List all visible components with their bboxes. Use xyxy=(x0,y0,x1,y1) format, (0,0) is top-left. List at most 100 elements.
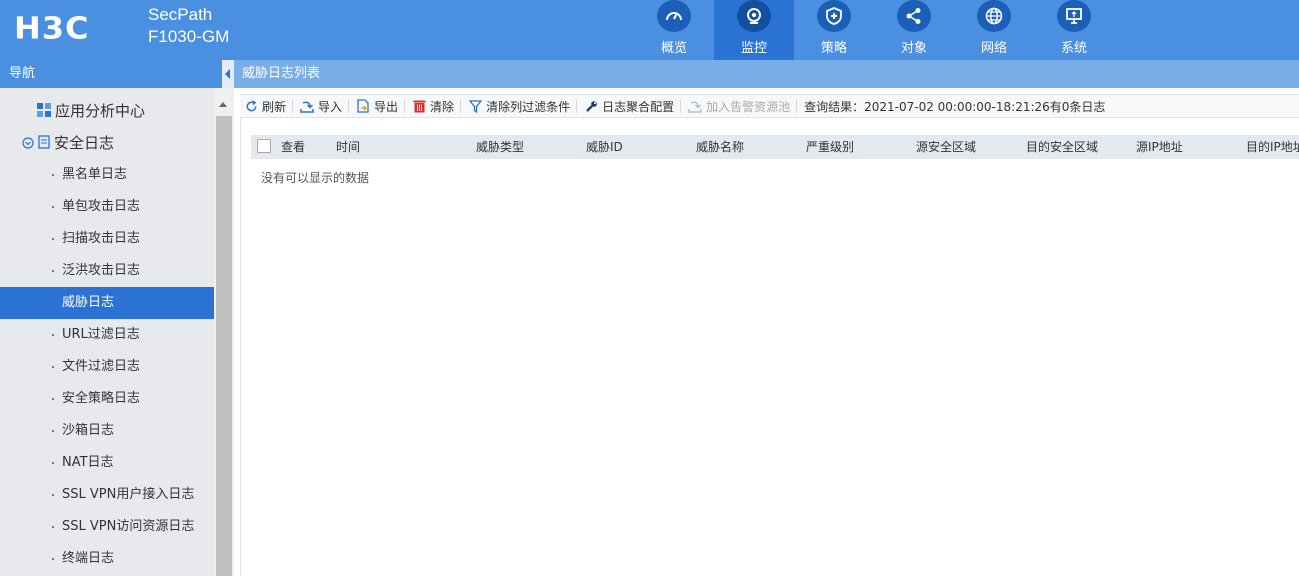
add-to-alarm-pool-button[interactable]: 加入告警资源池 xyxy=(688,98,790,115)
sidebar-item-security-policy-log[interactable]: 安全策略日志 xyxy=(0,383,214,415)
sidebar: 应用分析中心 安全日志 黑名单日志 单包攻击日志 扫描攻击日志 泛洪攻击日志 威… xyxy=(0,88,214,576)
menu-network[interactable]: 网络 xyxy=(954,0,1034,60)
column-header-threat-type[interactable]: 威胁类型 xyxy=(476,135,524,159)
sidebar-item-label: 扫描攻击日志 xyxy=(62,231,141,246)
sidebar-item-nat-log[interactable]: NAT日志 xyxy=(0,447,214,479)
bullet xyxy=(52,462,54,464)
export-button[interactable]: 导出 xyxy=(356,98,398,115)
bullet xyxy=(52,174,54,176)
camera-icon xyxy=(737,0,771,32)
bullet xyxy=(52,398,54,400)
collapse-nav-button[interactable] xyxy=(222,60,234,88)
model-line-2: F1030-GM xyxy=(148,27,230,46)
page-title: 威胁日志列表 xyxy=(234,60,1299,88)
import-icon xyxy=(688,99,702,113)
monitor-icon xyxy=(1057,0,1091,32)
menu-monitor[interactable]: 监控 xyxy=(714,0,794,60)
chevron-left-icon xyxy=(225,69,230,79)
globe-icon xyxy=(977,0,1011,32)
export-label: 导出 xyxy=(374,99,399,114)
bullet xyxy=(52,526,54,528)
menu-label: 网络 xyxy=(980,41,1007,56)
top-header: H3C SecPath F1030-GM 概览 监控 策略 对象 网络 系统 xyxy=(0,0,1299,60)
sidebar-item-threat-log[interactable]: 威胁日志 xyxy=(0,287,214,319)
sidebar-scrollbar[interactable] xyxy=(214,88,234,576)
sidebar-item-url-filter-log[interactable]: URL过滤日志 xyxy=(0,319,214,351)
log-aggregation-config-button[interactable]: 日志聚合配置 xyxy=(584,98,674,115)
bullet xyxy=(52,206,54,208)
grid-icon xyxy=(37,96,51,128)
sidebar-item-label: 安全策略日志 xyxy=(62,391,141,406)
clear-button[interactable]: 清除 xyxy=(412,98,454,115)
sidebar-item-file-filter-log[interactable]: 文件过滤日志 xyxy=(0,351,214,383)
sidebar-item-blacklist-log[interactable]: 黑名单日志 xyxy=(0,159,214,191)
import-label: 导入 xyxy=(318,99,343,114)
filter-icon xyxy=(468,99,482,113)
share-nodes-icon xyxy=(897,0,931,32)
column-header-dst-ip[interactable]: 目的IP地址 xyxy=(1246,135,1299,159)
scroll-up-icon[interactable] xyxy=(219,102,227,107)
column-header-threat-name[interactable]: 威胁名称 xyxy=(696,135,744,159)
menu-overview[interactable]: 概览 xyxy=(634,0,714,60)
import-icon xyxy=(300,99,314,113)
select-all-checkbox[interactable] xyxy=(257,139,271,153)
column-header-severity[interactable]: 严重级别 xyxy=(806,135,854,159)
toolbar-divider xyxy=(404,99,406,113)
sidebar-item-sandbox-log[interactable]: 沙箱日志 xyxy=(0,415,214,447)
sidebar-item-label: SSL VPN用户接入日志 xyxy=(62,487,195,502)
refresh-label: 刷新 xyxy=(262,99,287,114)
clear-column-filters-button[interactable]: 清除列过滤条件 xyxy=(468,98,570,115)
sidebar-item-label: 沙箱日志 xyxy=(62,423,115,438)
sidebar-item-terminal-log[interactable]: 终端日志 xyxy=(0,543,214,575)
main-menu: 概览 监控 策略 对象 网络 系统 xyxy=(634,0,1114,60)
wrench-icon xyxy=(584,99,598,113)
add-alarm-label: 加入告警资源池 xyxy=(706,99,791,114)
sidebar-item-sslvpn-user-access-log[interactable]: SSL VPN用户接入日志 xyxy=(0,479,214,511)
toolbar-divider xyxy=(348,99,350,113)
sidebar-item-label: 威胁日志 xyxy=(62,295,115,310)
import-button[interactable]: 导入 xyxy=(300,98,342,115)
sidebar-item-label: URL过滤日志 xyxy=(62,327,140,342)
toolbar-divider xyxy=(460,99,462,113)
menu-label: 策略 xyxy=(820,41,847,56)
toolbar-divider xyxy=(796,99,798,113)
export-icon xyxy=(356,99,370,113)
table-header: 查看 时间 威胁类型 威胁ID 威胁名称 严重级别 源安全区域 目的安全区域 源… xyxy=(251,135,1299,159)
menu-policy[interactable]: 策略 xyxy=(794,0,874,60)
shield-icon xyxy=(817,0,851,32)
trash-icon xyxy=(412,99,426,113)
menu-label: 监控 xyxy=(740,41,767,56)
column-header-threat-id[interactable]: 威胁ID xyxy=(586,135,623,159)
nav-group-security-log[interactable]: 安全日志 xyxy=(22,127,114,159)
sidebar-item-flood-attack-log[interactable]: 泛洪攻击日志 xyxy=(0,255,214,287)
column-header-time[interactable]: 时间 xyxy=(336,135,360,159)
menu-label: 系统 xyxy=(1060,41,1087,56)
dashboard-icon xyxy=(657,0,691,32)
nav-title: 导航 xyxy=(0,60,222,88)
scrollbar-thumb[interactable] xyxy=(216,116,232,576)
log-toolbar: 刷新 导入 导出 清除 清除列过滤条件 日志聚合配置 加入告警资源池 查询结果：… xyxy=(240,94,1299,118)
bullet xyxy=(52,334,54,336)
sidebar-item-label: 单包攻击日志 xyxy=(62,199,141,214)
sidebar-item-label: SSL VPN访问资源日志 xyxy=(62,519,195,534)
collapse-circle-icon[interactable] xyxy=(22,128,34,160)
sidebar-item-scan-attack-log[interactable]: 扫描攻击日志 xyxy=(0,223,214,255)
column-header-dst-zone[interactable]: 目的安全区域 xyxy=(1026,135,1098,159)
toolbar-divider xyxy=(292,99,294,113)
refresh-button[interactable]: 刷新 xyxy=(244,98,286,115)
sidebar-item-label: NAT日志 xyxy=(62,455,114,470)
column-header-src-zone[interactable]: 源安全区域 xyxy=(916,135,976,159)
sidebar-item-sslvpn-resource-access-log[interactable]: SSL VPN访问资源日志 xyxy=(0,511,214,543)
menu-label: 对象 xyxy=(900,41,927,56)
column-header-src-ip[interactable]: 源IP地址 xyxy=(1136,135,1183,159)
sidebar-item-label: 终端日志 xyxy=(62,551,115,566)
bullet xyxy=(52,270,54,272)
document-icon xyxy=(38,128,50,160)
column-header-view[interactable]: 查看 xyxy=(281,135,305,159)
menu-objects[interactable]: 对象 xyxy=(874,0,954,60)
sidebar-item-single-packet-attack-log[interactable]: 单包攻击日志 xyxy=(0,191,214,223)
bullet xyxy=(52,494,54,496)
aggregation-label: 日志聚合配置 xyxy=(602,99,675,114)
nav-group-app-analysis[interactable]: 应用分析中心 xyxy=(37,95,145,127)
menu-system[interactable]: 系统 xyxy=(1034,0,1114,60)
